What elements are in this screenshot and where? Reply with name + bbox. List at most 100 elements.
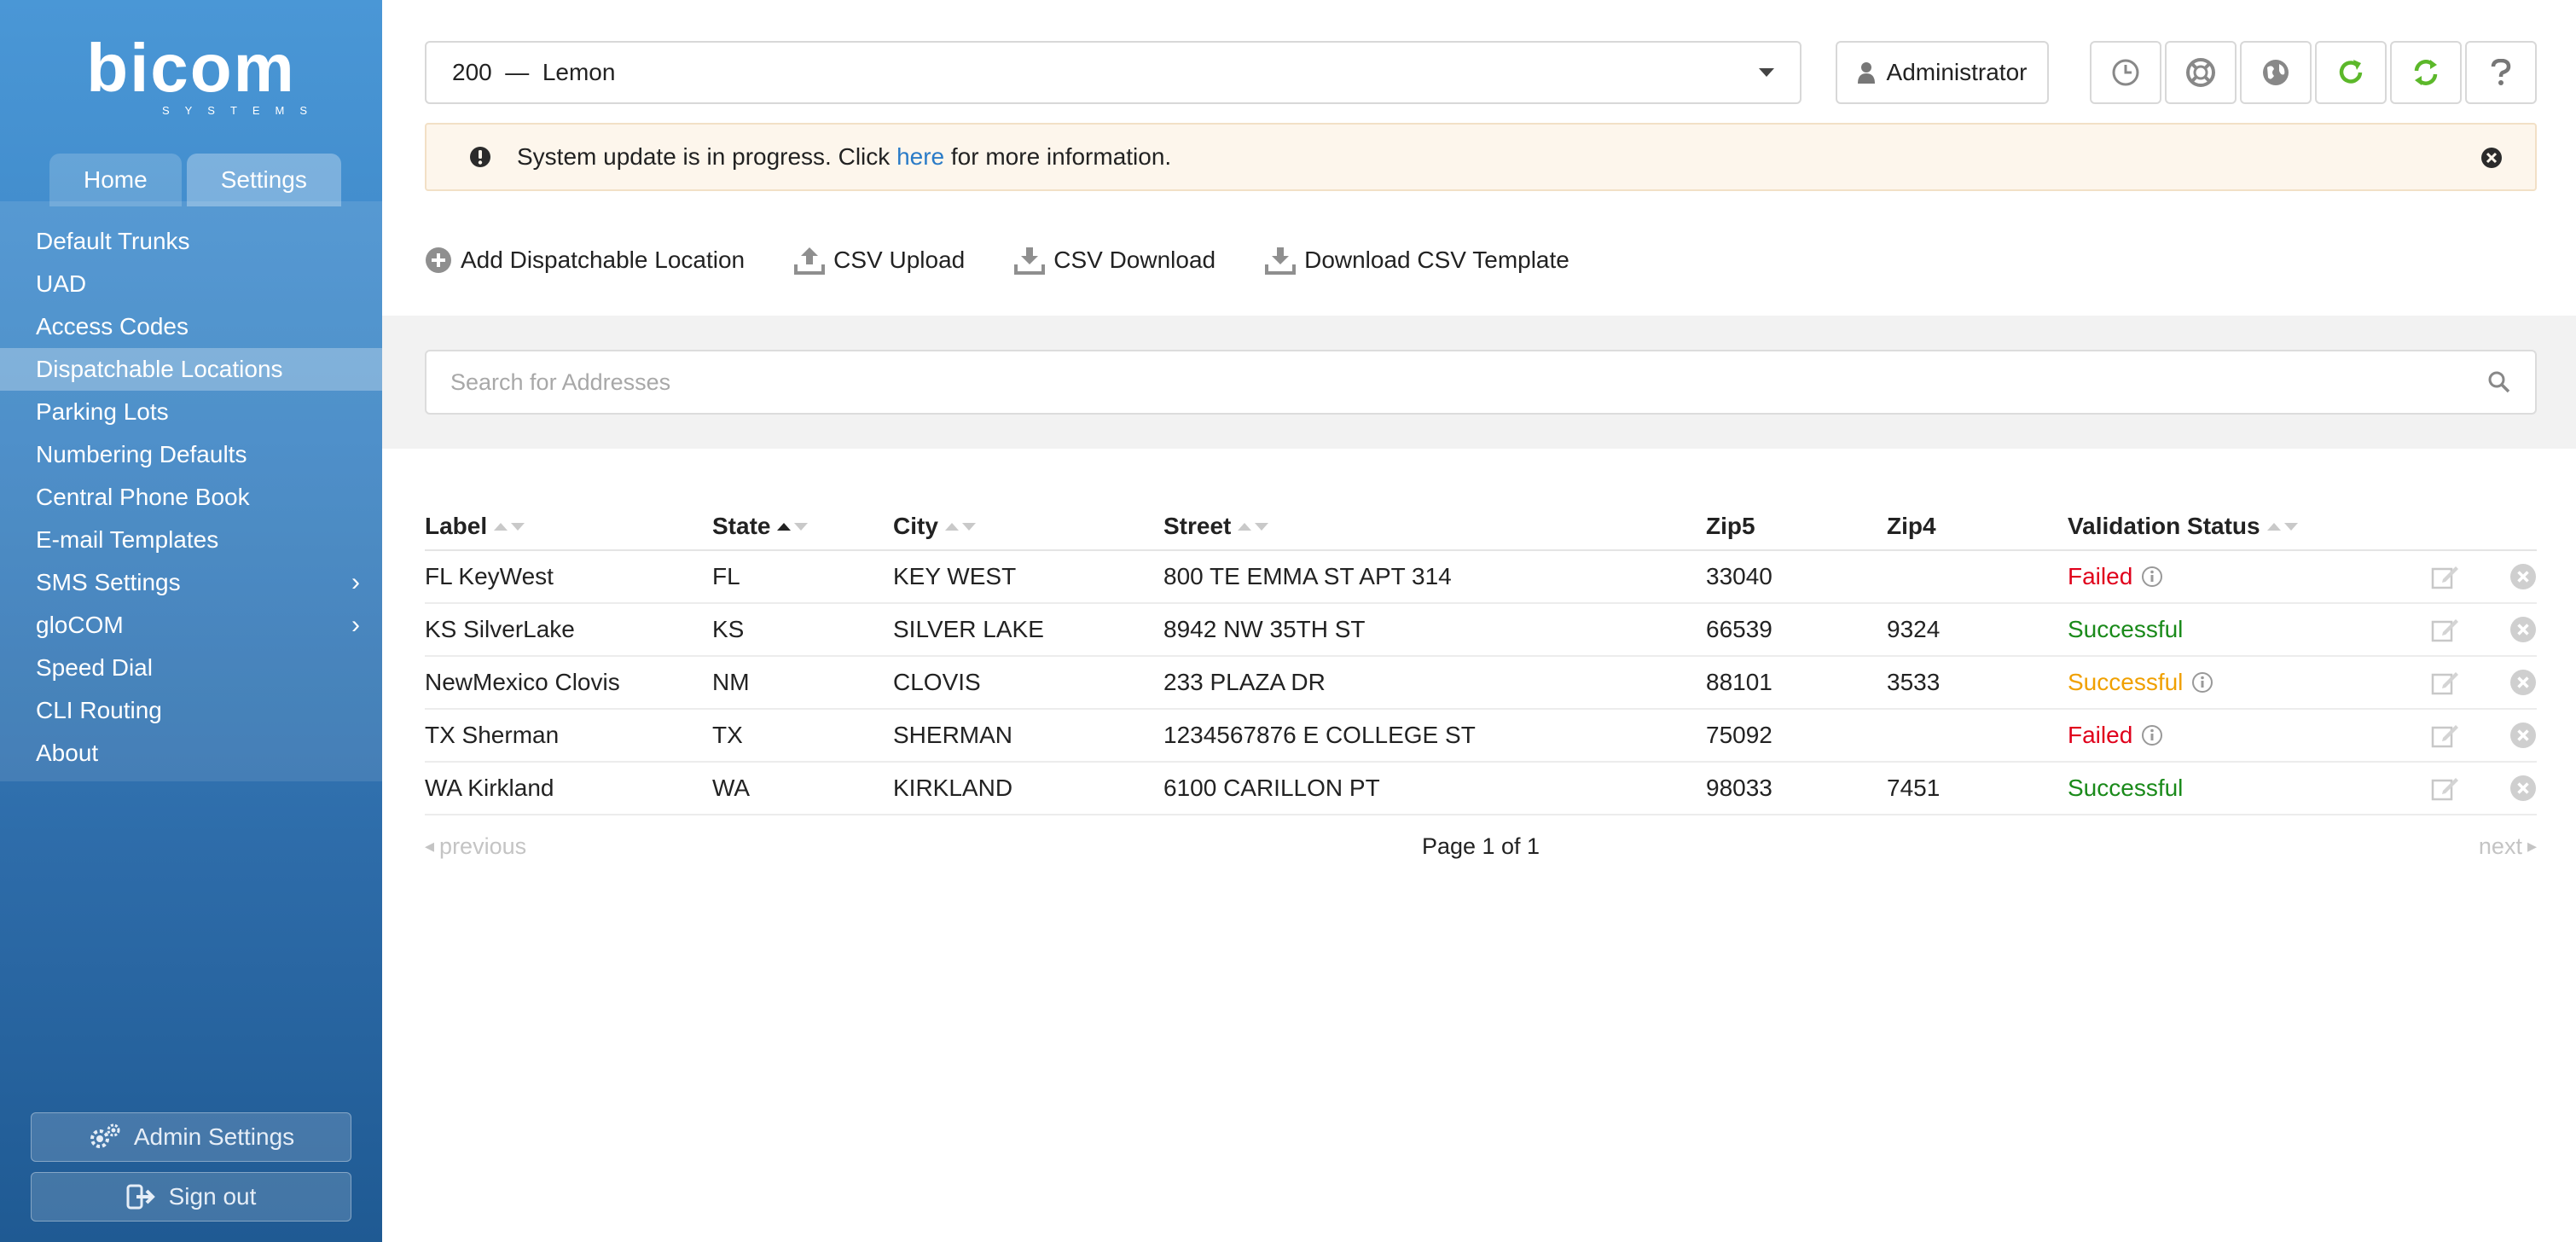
sidebar-item-about[interactable]: About xyxy=(0,732,382,775)
column-header-label[interactable]: Label xyxy=(425,513,712,540)
sidebar-item-email-templates[interactable]: E-mail Templates xyxy=(0,519,382,561)
user-menu-button[interactable]: Administrator xyxy=(1836,41,2049,104)
delete-button[interactable] xyxy=(2482,563,2537,590)
cell-street: 1234567876 E COLLEGE ST xyxy=(1163,722,1476,748)
sidebar-nav: Default Trunks UAD Access Codes Dispatch… xyxy=(0,201,382,781)
next-page-button[interactable]: next ▸ xyxy=(2479,833,2537,860)
sidebar-item-dispatchable-locations[interactable]: Dispatchable Locations xyxy=(0,348,382,391)
tenant-select[interactable]: 200 — Lemon xyxy=(425,41,1801,104)
cell-street: 8942 NW 35TH ST xyxy=(1163,616,1366,642)
logo: bicom SYSTEMS xyxy=(0,34,382,118)
sidebar-item-label: SMS Settings xyxy=(36,569,181,595)
sort-icon xyxy=(1238,522,1269,531)
validation-status-text: Failed xyxy=(2068,722,2133,748)
csv-download-button[interactable]: CSV Download xyxy=(1014,246,1215,275)
alert-text-after: for more information. xyxy=(944,143,1172,170)
sidebar-item-glocom[interactable]: gloCOM › xyxy=(0,604,382,647)
info-icon[interactable] xyxy=(2141,566,2163,588)
column-header-text: Label xyxy=(425,513,488,539)
column-header-city[interactable]: City xyxy=(893,513,1163,540)
previous-page-button[interactable]: ◂ previous xyxy=(425,833,526,860)
clock-icon xyxy=(2112,59,2139,86)
cell-city: KEY WEST xyxy=(893,563,1017,589)
gears-icon xyxy=(90,1123,120,1148)
delete-button[interactable] xyxy=(2482,722,2537,749)
sidebar-item-label: About xyxy=(36,740,99,766)
add-dispatchable-location-button[interactable]: Add Dispatchable Location xyxy=(425,247,745,274)
table-row: TX Sherman TX SHERMAN 1234567876 E COLLEGE … xyxy=(425,710,2537,763)
help-button[interactable] xyxy=(2465,41,2537,104)
edit-button[interactable] xyxy=(2409,617,2482,642)
table-header: Label State City Street Zip5 Zip4 Valida… xyxy=(425,503,2537,551)
sidebar-item-sms-settings[interactable]: SMS Settings › xyxy=(0,561,382,604)
delete-button[interactable] xyxy=(2482,669,2537,696)
delete-button[interactable] xyxy=(2482,616,2537,643)
history-button[interactable] xyxy=(2090,41,2161,104)
user-label: Administrator xyxy=(1886,59,2028,85)
column-header-street[interactable]: Street xyxy=(1163,513,1706,540)
sidebar-item-label: Access Codes xyxy=(36,313,189,340)
sidebar-item-uad[interactable]: UAD xyxy=(0,263,382,305)
action-toolbar: Add Dispatchable Location CSV Upload CSV… xyxy=(425,246,1619,275)
cell-state: KS xyxy=(712,616,745,642)
sidebar: bicom SYSTEMS Home Settings Default Trun… xyxy=(0,0,382,1242)
info-icon[interactable] xyxy=(2191,671,2213,694)
sign-out-button[interactable]: Sign out xyxy=(31,1172,351,1222)
delete-button[interactable] xyxy=(2482,775,2537,802)
sidebar-item-label: CLI Routing xyxy=(36,697,162,723)
sidebar-item-numbering-defaults[interactable]: Numbering Defaults xyxy=(0,433,382,476)
info-icon[interactable] xyxy=(2141,724,2163,746)
reload-button[interactable] xyxy=(2315,41,2387,104)
column-header-text: City xyxy=(893,513,938,539)
cell-street: 233 PLAZA DR xyxy=(1163,669,1326,695)
csv-download-label: CSV Download xyxy=(1053,247,1216,273)
alert-more-info-link[interactable]: here xyxy=(896,143,944,170)
chevron-left-icon: ◂ xyxy=(425,835,435,856)
cell-state: TX xyxy=(712,722,743,748)
edit-button[interactable] xyxy=(2409,775,2482,801)
close-circle-icon xyxy=(2510,617,2536,642)
sync-button[interactable] xyxy=(2390,41,2462,104)
cell-city: SILVER LAKE xyxy=(893,616,1044,642)
csv-upload-button[interactable]: CSV Upload xyxy=(794,246,965,275)
support-button[interactable] xyxy=(2165,41,2237,104)
sidebar-item-parking-lots[interactable]: Parking Lots xyxy=(0,391,382,433)
alert-close-button[interactable] xyxy=(2480,147,2503,175)
sidebar-item-access-codes[interactable]: Access Codes xyxy=(0,305,382,348)
language-button[interactable] xyxy=(2240,41,2312,104)
add-dispatchable-location-label: Add Dispatchable Location xyxy=(461,247,746,273)
pagination: ◂ previous Page 1 of 1 next ▸ xyxy=(425,829,2537,863)
sidebar-item-cli-routing[interactable]: CLI Routing xyxy=(0,689,382,732)
edit-button[interactable] xyxy=(2409,723,2482,748)
edit-icon xyxy=(2431,725,2458,748)
sign-out-icon xyxy=(126,1184,155,1210)
edit-button[interactable] xyxy=(2409,670,2482,695)
table-row: WA Kirkland WA KIRKLAND 6100 CARILLON PT 980… xyxy=(425,763,2537,815)
cell-validation-status: Successful xyxy=(2068,775,2409,802)
tab-home[interactable]: Home xyxy=(49,154,182,206)
search-address-input[interactable]: Search for Addresses xyxy=(425,350,2537,415)
column-header-text: Street xyxy=(1163,513,1232,539)
sidebar-item-default-trunks[interactable]: Default Trunks xyxy=(0,220,382,263)
edit-icon xyxy=(2431,619,2458,642)
cell-state: FL xyxy=(712,563,740,589)
cell-label: NewMexico Clovis xyxy=(425,669,620,695)
cell-street: 800 TE EMMA ST APT 314 xyxy=(1163,563,1452,589)
sidebar-item-speed-dial[interactable]: Speed Dial xyxy=(0,647,382,689)
download-template-icon xyxy=(1265,247,1297,275)
download-csv-template-button[interactable]: Download CSV Template xyxy=(1265,246,1569,275)
column-header-state[interactable]: State xyxy=(712,513,893,540)
cell-label: FL KeyWest xyxy=(425,563,554,589)
admin-settings-button[interactable]: Admin Settings xyxy=(31,1112,351,1162)
admin-settings-label: Admin Settings xyxy=(133,1123,295,1150)
table-body: FL KeyWest FL KEY WEST 800 TE EMMA ST APT 3… xyxy=(425,551,2537,815)
cell-zip4: 9324 xyxy=(1887,616,1941,642)
sort-icon xyxy=(944,522,976,531)
tab-settings[interactable]: Settings xyxy=(186,154,341,206)
chevron-right-icon: ▸ xyxy=(2527,835,2537,856)
edit-button[interactable] xyxy=(2409,564,2482,589)
column-header-validation-status[interactable]: Validation Status xyxy=(2068,513,2409,540)
cell-state: WA xyxy=(712,775,751,801)
sidebar-item-central-phone-book[interactable]: Central Phone Book xyxy=(0,476,382,519)
upload-icon xyxy=(794,247,826,275)
